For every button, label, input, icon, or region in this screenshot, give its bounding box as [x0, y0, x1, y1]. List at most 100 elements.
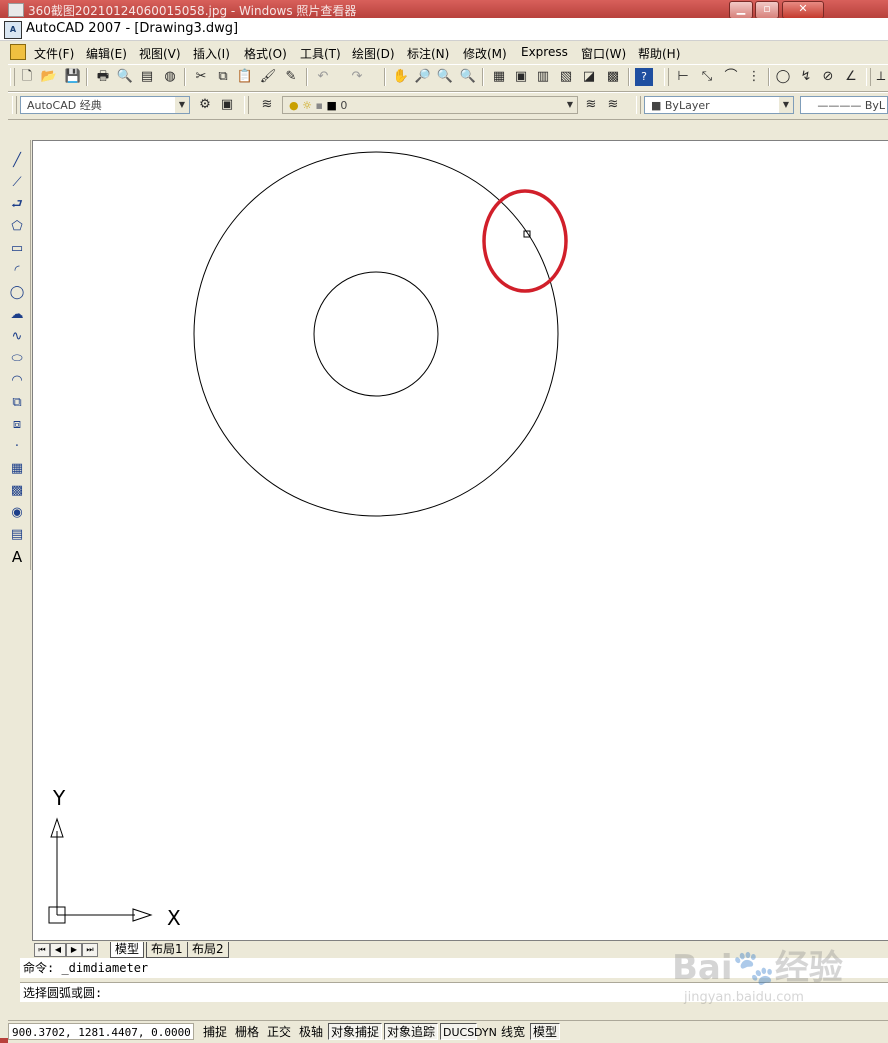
copy-icon[interactable]: ⧉	[214, 68, 232, 86]
redo-icon[interactable]: ↷	[348, 68, 366, 86]
sheet-set-icon[interactable]: ▧	[557, 68, 575, 86]
ellipse-icon[interactable]: ⬭	[8, 350, 26, 368]
ortho-toggle[interactable]: 正交	[264, 1023, 294, 1040]
toolbar-grip[interactable]	[664, 68, 669, 86]
grid-toggle[interactable]: 栅格	[232, 1023, 262, 1040]
workspace-settings-icon[interactable]: ⚙	[196, 96, 214, 114]
layer-previous-icon[interactable]: ≋	[604, 96, 622, 114]
spline-icon[interactable]: ∿	[8, 328, 26, 346]
make-object-layer-current-icon[interactable]: ≋	[582, 96, 600, 114]
save-icon[interactable]: 💾	[64, 68, 82, 86]
diameter-dimension-icon[interactable]: ⊘	[819, 68, 837, 86]
block-editor-icon[interactable]: ✎	[282, 68, 300, 86]
design-center-icon[interactable]: ▣	[512, 68, 530, 86]
point-icon[interactable]: ·	[8, 438, 26, 456]
menu-format[interactable]: 格式(O)	[244, 45, 287, 62]
arc-length-icon[interactable]: ⌒	[722, 68, 740, 86]
publish-icon[interactable]: ▤	[138, 68, 156, 86]
zoom-previous-icon[interactable]: 🔍	[459, 68, 477, 86]
tab-layout2[interactable]: 布局2	[187, 942, 229, 958]
color-select[interactable]: ■ ByLayer ▼	[644, 96, 794, 114]
polar-toggle[interactable]: 极轴	[296, 1023, 326, 1040]
markup-icon[interactable]: ◪	[580, 68, 598, 86]
first-tab-icon[interactable]: ⏮	[34, 943, 50, 957]
properties-icon[interactable]: ▦	[490, 68, 508, 86]
lineweight-toggle[interactable]: 线宽	[498, 1023, 528, 1040]
toolbar-grip[interactable]	[10, 68, 15, 86]
construction-line-icon[interactable]: ⟋	[8, 174, 26, 192]
match-properties-icon[interactable]: 🖌	[259, 68, 277, 86]
tool-palettes-icon[interactable]: ▥	[534, 68, 552, 86]
circle-icon[interactable]: ◯	[8, 284, 26, 302]
region-icon[interactable]: ◉	[8, 504, 26, 522]
polyline-icon[interactable]: ⮐	[8, 196, 26, 214]
document-menu-icon[interactable]	[10, 44, 26, 60]
angular-dimension-icon[interactable]: ∠	[842, 68, 860, 86]
coordinates-readout[interactable]: 900.3702, 1281.4407, 0.0000	[8, 1023, 194, 1040]
toolbar-grip[interactable]	[636, 96, 641, 114]
snap-toggle[interactable]: 捕捉	[200, 1023, 230, 1040]
layer-select[interactable]: ● ☼ ▪ ■ 0 ▼	[282, 96, 578, 114]
make-block-icon[interactable]: ⧈	[8, 416, 26, 434]
quick-dimension-icon[interactable]: ⟂	[872, 68, 888, 86]
inner-circle[interactable]	[313, 271, 439, 397]
undo-icon[interactable]: ↶	[314, 68, 332, 86]
menu-modify[interactable]: 修改(M)	[463, 45, 507, 62]
workspace-select[interactable]: AutoCAD 经典 ▼	[20, 96, 190, 114]
hatch-icon[interactable]: ▦	[8, 460, 26, 478]
next-tab-icon[interactable]: ▶	[66, 943, 82, 957]
prev-tab-icon[interactable]: ◀	[50, 943, 66, 957]
table-icon[interactable]: ▤	[8, 526, 26, 544]
line-icon[interactable]: ╱	[8, 152, 26, 170]
new-file-icon[interactable]: 🗋	[18, 68, 36, 86]
layer-manager-icon[interactable]: ≋	[258, 96, 276, 114]
zoom-window-icon[interactable]: 🔍	[436, 68, 454, 86]
arc-icon[interactable]: ◜	[8, 262, 26, 280]
menu-draw[interactable]: 绘图(D)	[352, 45, 395, 62]
open-file-icon[interactable]: 📂	[40, 68, 58, 86]
paste-icon[interactable]: 📋	[236, 68, 254, 86]
object-snap-toggle[interactable]: 对象捕捉	[328, 1023, 383, 1040]
gradient-icon[interactable]: ▩	[8, 482, 26, 500]
chevron-down-icon[interactable]: ▼	[563, 97, 577, 113]
toolbar-grip[interactable]	[12, 96, 17, 114]
minimize-button[interactable]: ▁	[729, 1, 753, 19]
drawing-area[interactable]: Y X	[33, 141, 888, 941]
close-button[interactable]: ✕	[782, 1, 824, 19]
drawing-canvas[interactable]: Y X	[32, 140, 888, 941]
linetype-select[interactable]: ———— ByL	[800, 96, 888, 114]
chevron-down-icon[interactable]: ▼	[779, 97, 793, 113]
menu-file[interactable]: 文件(F)	[34, 45, 74, 62]
last-tab-icon[interactable]: ⏭	[82, 943, 98, 957]
model-space-toggle[interactable]: 模型	[530, 1023, 561, 1040]
cut-icon[interactable]: ✂	[192, 68, 210, 86]
menu-express[interactable]: Express	[521, 45, 568, 59]
calculator-icon[interactable]: ▩	[604, 68, 622, 86]
print-icon[interactable]: 🖶	[94, 68, 112, 86]
3d-dwf-icon[interactable]: ◍	[161, 68, 179, 86]
jogged-dimension-icon[interactable]: ↯	[797, 68, 815, 86]
dyn-toggle[interactable]: DYN	[471, 1023, 500, 1040]
object-track-toggle[interactable]: 对象追踪	[384, 1023, 439, 1040]
multiline-text-icon[interactable]: A	[8, 548, 26, 566]
radius-dimension-icon[interactable]: ◯	[774, 68, 792, 86]
help-icon[interactable]: ?	[635, 68, 653, 86]
print-preview-icon[interactable]: 🔍	[116, 68, 134, 86]
menu-tools[interactable]: 工具(T)	[300, 45, 341, 62]
zoom-realtime-icon[interactable]: 🔎	[414, 68, 432, 86]
tab-model[interactable]: 模型	[110, 942, 145, 958]
linear-dimension-icon[interactable]: ⊢	[674, 68, 692, 86]
my-workspace-icon[interactable]: ▣	[218, 96, 236, 114]
menu-insert[interactable]: 插入(I)	[193, 45, 230, 62]
ordinate-dimension-icon[interactable]: ⋮	[745, 68, 763, 86]
menu-edit[interactable]: 编辑(E)	[86, 45, 127, 62]
pan-icon[interactable]: ✋	[392, 68, 410, 86]
menu-help[interactable]: 帮助(H)	[638, 45, 680, 62]
ellipse-arc-icon[interactable]: ◠	[8, 372, 26, 390]
menu-dimension[interactable]: 标注(N)	[407, 45, 449, 62]
menu-window[interactable]: 窗口(W)	[581, 45, 626, 62]
menu-view[interactable]: 视图(V)	[139, 45, 181, 62]
maximize-button[interactable]: ▫	[755, 1, 779, 19]
toolbar-grip[interactable]	[244, 96, 249, 114]
chevron-down-icon[interactable]: ▼	[175, 97, 189, 113]
